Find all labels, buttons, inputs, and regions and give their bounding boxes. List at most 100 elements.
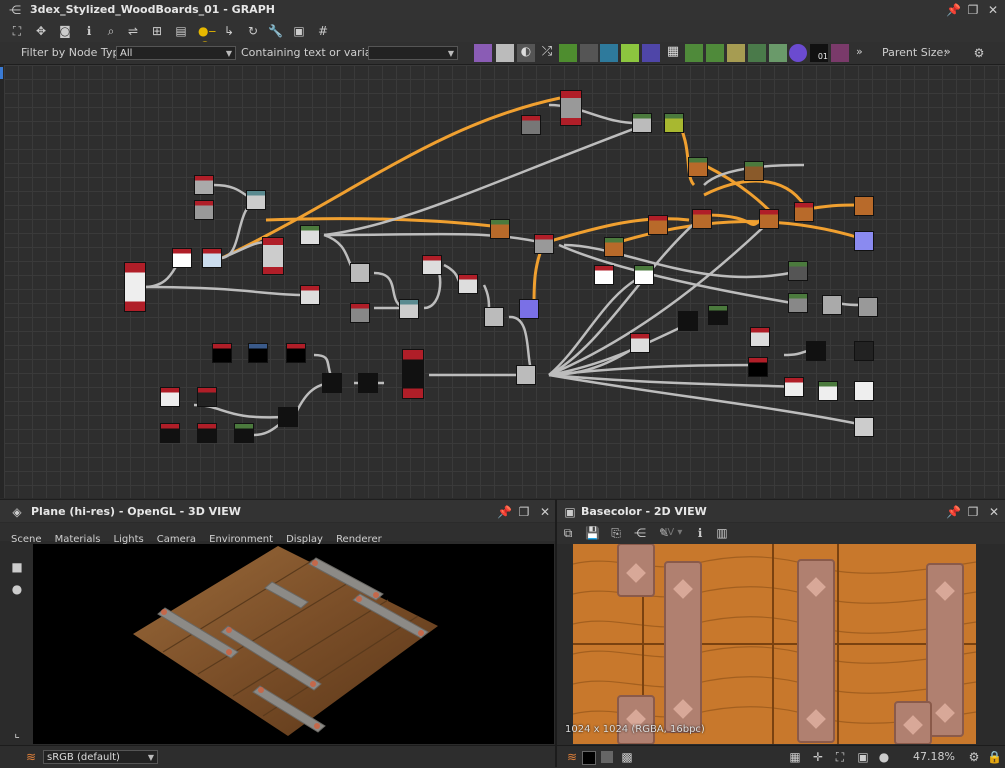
graph-node[interactable] [634, 265, 654, 285]
grid-icon[interactable]: # [316, 24, 330, 38]
fit-icon[interactable]: ⛶ [833, 750, 847, 764]
graph-node[interactable] [788, 261, 808, 281]
share-icon[interactable]: ⋲ [633, 526, 647, 540]
shuffle-node-icon[interactable]: ⤮ [538, 44, 556, 62]
output-node-roughness[interactable] [858, 297, 878, 317]
containing-text-input[interactable]: ▼ [368, 46, 458, 60]
graph-node[interactable] [521, 115, 541, 135]
warp-node-icon[interactable] [831, 44, 849, 62]
uniform-node-icon[interactable] [748, 44, 766, 62]
graph-node[interactable] [692, 209, 712, 229]
graph-node[interactable] [664, 113, 684, 133]
search-icon[interactable]: ⌕ [104, 24, 118, 38]
tiling-icon[interactable]: ▦ [788, 750, 802, 764]
graph-node[interactable] [278, 407, 298, 427]
graph-node[interactable] [534, 234, 554, 254]
background-black-swatch[interactable] [582, 751, 596, 765]
tile-node-icon[interactable]: ▦ [664, 44, 682, 62]
graph-node[interactable] [818, 381, 838, 401]
maximize-icon[interactable]: ❐ [517, 505, 531, 519]
graph-node[interactable] [194, 175, 214, 195]
graph-node[interactable] [822, 295, 842, 315]
close-icon[interactable]: ✕ [538, 505, 552, 519]
graph-node[interactable] [744, 161, 764, 181]
graph-node[interactable] [748, 357, 768, 377]
graph-node[interactable] [678, 311, 698, 331]
refresh-icon[interactable]: ↻ [246, 24, 260, 38]
link-icon[interactable]: ⇌ [126, 24, 140, 38]
more-icon-2[interactable]: » [944, 45, 951, 58]
lock-icon[interactable]: 🔒 [987, 750, 1002, 764]
blend-node-icon[interactable] [727, 44, 745, 62]
curve-node-icon[interactable] [559, 44, 577, 62]
move-icon[interactable]: ✥ [34, 24, 48, 38]
graph-node[interactable] [759, 209, 779, 229]
graph-node[interactable] [604, 237, 624, 257]
graph-node[interactable] [300, 225, 320, 245]
graph-node[interactable] [172, 248, 192, 268]
graph-node[interactable] [794, 202, 814, 222]
graph-node[interactable] [234, 423, 254, 443]
graph-node[interactable] [194, 200, 214, 220]
settings-icon[interactable]: ⚙ [967, 750, 981, 764]
uv-toggle[interactable]: UV ▾ [660, 527, 682, 538]
output-node-basecolor[interactable] [854, 196, 874, 216]
graph-canvas[interactable] [4, 65, 1005, 498]
maximize-icon[interactable]: ❐ [966, 3, 980, 17]
graph-node[interactable] [422, 255, 442, 275]
more-icon[interactable]: » [856, 45, 863, 58]
layers-icon[interactable]: ≋ [565, 750, 579, 764]
graph-node[interactable] [212, 343, 232, 363]
view3d-viewport[interactable] [33, 544, 554, 744]
save-icon[interactable]: 💾 [585, 526, 600, 540]
crosshair-icon[interactable]: ✛ [811, 750, 825, 764]
frame-icon[interactable]: ▣ [292, 24, 306, 38]
graph-node[interactable] [160, 387, 180, 407]
fit-view-icon[interactable]: ⧉ [561, 526, 575, 540]
colorspace-select[interactable]: sRGB (default) ▼ [43, 750, 158, 764]
background-checker-swatch[interactable] [601, 751, 613, 763]
output-node-height[interactable] [854, 381, 874, 401]
graph-node[interactable] [402, 349, 424, 399]
pin-icon[interactable]: 📌 [946, 3, 961, 17]
video-camera-icon[interactable]: ■ [10, 560, 24, 574]
zoom-dot-icon[interactable]: ● [877, 750, 891, 764]
graph-node[interactable] [560, 90, 582, 126]
image-mode-icon[interactable]: ▩ [620, 750, 634, 764]
graph-node[interactable] [262, 237, 284, 275]
layers-icon[interactable]: ≋ [24, 750, 38, 764]
histogram-icon[interactable]: ▥ [715, 526, 729, 540]
graph-node[interactable] [399, 299, 419, 319]
graph-node[interactable] [648, 215, 668, 235]
graph-node[interactable] [490, 219, 510, 239]
normal-node-icon[interactable] [642, 44, 660, 62]
gradient-node-icon[interactable] [621, 44, 639, 62]
graph-node[interactable] [248, 343, 268, 363]
layout-icon[interactable]: ▤ [174, 24, 188, 38]
graph-node[interactable] [630, 333, 650, 353]
graph-node[interactable] [322, 373, 342, 393]
camera-icon[interactable]: ◙ [58, 24, 72, 38]
transform-node-icon[interactable] [600, 44, 618, 62]
connect-icon[interactable]: ●‒● [198, 24, 216, 52]
hierarchy-icon[interactable]: ⊞ [150, 24, 164, 38]
hsl-node-icon[interactable] [580, 44, 598, 62]
svg-node-icon[interactable] [496, 44, 514, 62]
pixel-node-icon[interactable] [706, 44, 724, 62]
info-icon[interactable]: ℹ [693, 526, 707, 540]
graph-node[interactable] [124, 262, 146, 312]
graph-node[interactable] [350, 303, 370, 323]
graph-node[interactable] [286, 343, 306, 363]
graph-node[interactable] [519, 299, 539, 319]
color-node-icon[interactable] [789, 44, 807, 62]
graph-node[interactable] [632, 113, 652, 133]
output-node-ao[interactable] [854, 417, 874, 437]
graph-node[interactable] [750, 327, 770, 347]
graph-node[interactable] [197, 387, 217, 407]
histogram-node-icon[interactable] [769, 44, 787, 62]
settings-icon[interactable]: ⚙ [972, 46, 986, 60]
view2d-viewport[interactable] [573, 544, 976, 744]
graph-node[interactable] [246, 190, 266, 210]
zoom-reset-icon[interactable]: ▣ [856, 750, 870, 764]
tools-icon[interactable]: 🔧 [268, 24, 283, 38]
